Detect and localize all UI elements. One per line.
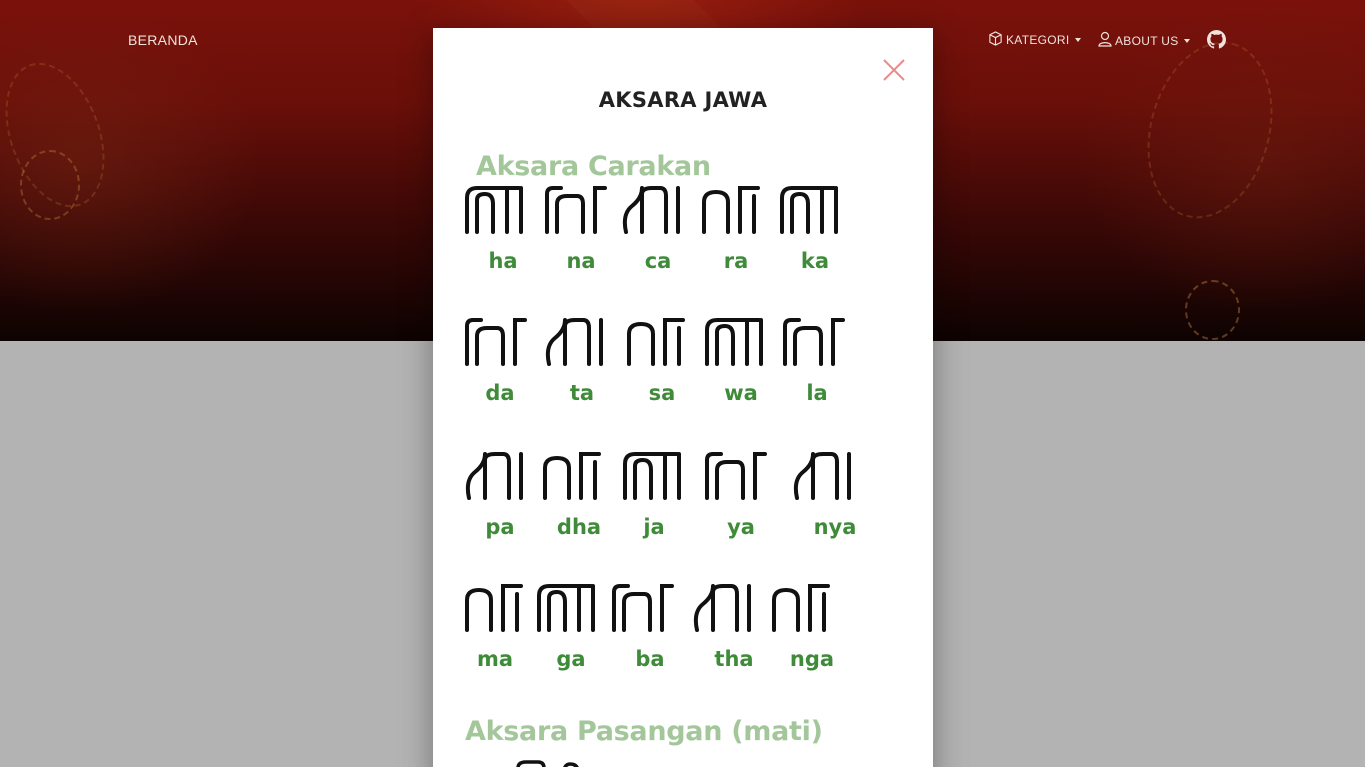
latin-label: ba [635, 647, 665, 671]
glyph-drawing [543, 452, 601, 500]
aksara-glyph [791, 450, 861, 502]
glyph-drawing [465, 584, 523, 632]
latin-label: ja [643, 515, 665, 539]
close-icon [883, 59, 905, 81]
latin-label: nga [789, 647, 835, 671]
partial-glyph-row [516, 760, 579, 767]
latin-label: pa [485, 515, 515, 539]
glyph-drawing [783, 318, 845, 366]
section-heading-pasangan: Aksara Pasangan (mati) [465, 716, 823, 747]
glyph-drawing [693, 584, 751, 632]
aksara-glyph [543, 316, 613, 368]
latin-label: ca [644, 249, 672, 273]
latin-label: nya [813, 515, 857, 539]
glyph-drawing [705, 318, 763, 366]
nav-kategori-label: KATEGORI [1006, 33, 1070, 47]
nav-about-label: ABOUT US [1115, 33, 1179, 48]
chevron-down-icon [1183, 38, 1190, 43]
latin-label: da [485, 381, 515, 405]
glyph-drawing [545, 186, 607, 234]
aksara-glyph [541, 450, 611, 502]
latin-label: ya [727, 515, 755, 539]
github-icon [1207, 30, 1226, 52]
batik-motif [20, 150, 80, 220]
aksara-modal: AKSARA JAWA Aksara Carakan ha na ca ra ka da t… [433, 28, 933, 767]
latin-label: la [806, 381, 828, 405]
github-link[interactable] [1207, 30, 1226, 52]
aksara-glyph [625, 316, 695, 368]
chevron-down-icon [1074, 38, 1081, 42]
cube-icon [988, 31, 1003, 49]
glyph-drawing [627, 318, 685, 366]
glyph-drawing [780, 186, 838, 234]
close-button[interactable] [881, 57, 907, 83]
aksara-glyph [463, 582, 533, 634]
nav-about-dropdown[interactable]: ABOUT US [1098, 31, 1190, 50]
aksara-glyph [778, 184, 848, 236]
batik-motif [1185, 280, 1240, 340]
aksara-glyph [463, 316, 533, 368]
latin-label: ka [800, 249, 830, 273]
latin-label: ha [488, 249, 518, 273]
glyph-drawing [612, 584, 674, 632]
aksara-glyph [781, 316, 851, 368]
modal-title: AKSARA JAWA [598, 88, 768, 112]
latin-label: sa [648, 381, 676, 405]
latin-label: ra [723, 249, 749, 273]
nav-home-link[interactable]: BERANDA [128, 32, 198, 48]
aksara-glyph [610, 582, 680, 634]
aksara-glyph [621, 450, 691, 502]
section-heading-carakan: Aksara Carakan [476, 151, 711, 182]
aksara-glyph [700, 184, 770, 236]
aksara-glyph [543, 184, 613, 236]
aksara-glyph [463, 450, 533, 502]
latin-label: ta [569, 381, 595, 405]
aksara-glyph [703, 450, 773, 502]
glyph-drawing [623, 452, 681, 500]
latin-label: ga [556, 647, 586, 671]
glyph-drawing [465, 452, 523, 500]
glyph-drawing [622, 186, 680, 234]
aksara-glyph [535, 582, 605, 634]
aksara-glyph [691, 582, 761, 634]
glyph-drawing [705, 452, 767, 500]
aksara-glyph [703, 316, 773, 368]
glyph-drawing [537, 584, 595, 632]
glyph-drawing [772, 584, 830, 632]
latin-label: tha [714, 647, 754, 671]
glyph-drawing [465, 186, 523, 234]
glyph-drawing [702, 186, 760, 234]
aksara-glyph [463, 184, 533, 236]
glyph-drawing [465, 318, 527, 366]
nav-home-label: BERANDA [128, 32, 198, 48]
glyph-drawing [793, 452, 851, 500]
aksara-glyph [770, 582, 840, 634]
user-icon [1098, 31, 1112, 50]
aksara-glyph [620, 184, 690, 236]
glyph-drawing [545, 318, 603, 366]
nav-kategori-dropdown[interactable]: KATEGORI [988, 31, 1081, 49]
